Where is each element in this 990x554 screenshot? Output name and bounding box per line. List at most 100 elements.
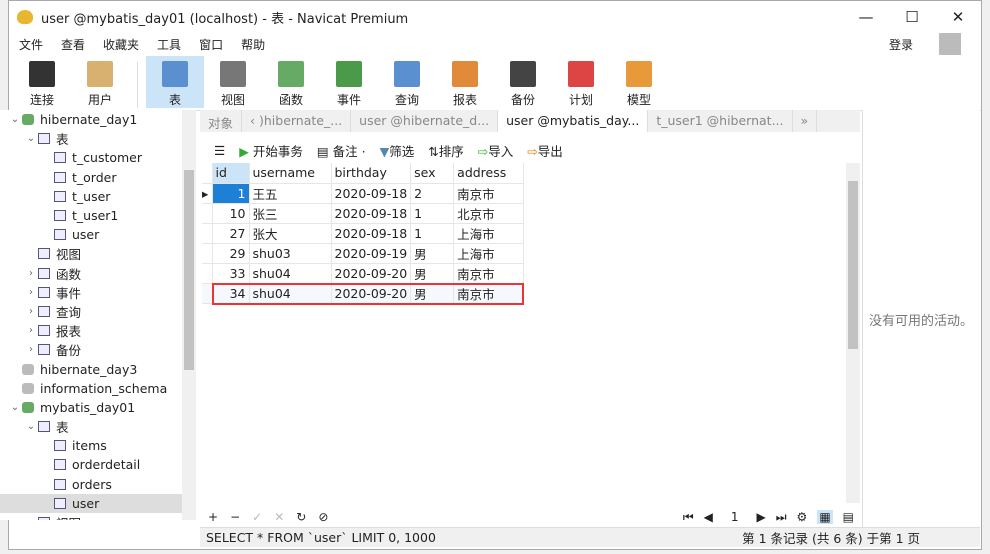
cell-id[interactable]: 1 xyxy=(212,183,250,204)
cell-sex[interactable]: 男 xyxy=(410,243,455,264)
tab[interactable]: t_user1 @hibernat... xyxy=(648,110,793,132)
tree-item[interactable]: t_order xyxy=(0,168,182,187)
note-button[interactable]: ▤ 备注 · xyxy=(317,141,366,160)
tab[interactable]: user @hibernate_d... xyxy=(351,110,499,132)
filter-button[interactable]: ▼筛选 xyxy=(380,141,415,160)
tree-item[interactable]: › 事件 xyxy=(0,283,182,302)
prev-page-icon[interactable]: ◀ xyxy=(704,510,713,524)
page-number-input[interactable]: 1 xyxy=(722,510,747,524)
menu-item[interactable]: 收藏夹 xyxy=(103,36,139,53)
tab[interactable]: 对象 xyxy=(200,110,243,132)
expand-arrow-icon[interactable]: ⌄ xyxy=(24,421,38,432)
tree-item[interactable]: › 函数 xyxy=(0,264,182,283)
table-row[interactable]: ▸ 1 王五 2020-09-18 2 南京市 xyxy=(202,183,525,204)
expand-arrow-icon[interactable]: › xyxy=(24,517,38,520)
tree-item[interactable]: ⌄ 表 xyxy=(0,129,182,148)
grid-view-icon[interactable]: ▦ xyxy=(817,510,833,524)
expand-arrow-icon[interactable]: › xyxy=(24,325,38,336)
tree-item[interactable]: t_customer xyxy=(0,148,182,167)
tree-item[interactable]: orders xyxy=(0,475,182,494)
table-row[interactable]: 10 张三 2020-09-18 1 北京市 xyxy=(202,203,525,224)
cell-username[interactable]: 张大 xyxy=(249,223,332,244)
toolbar-button-6[interactable]: 查询 xyxy=(378,56,436,108)
login-link[interactable]: 登录 xyxy=(889,36,913,53)
toolbar-button-1[interactable]: 用户 xyxy=(71,56,129,108)
table-row[interactable]: 29 shu03 2020-09-19 男上海市 xyxy=(202,243,525,264)
tree-item[interactable]: › 备份 xyxy=(0,340,182,359)
cell-address[interactable]: 南京市 xyxy=(453,183,525,204)
column-header-address[interactable]: address xyxy=(453,163,525,184)
toolbar-button-2[interactable]: 表 xyxy=(146,56,204,108)
cell-address[interactable]: 北京市 xyxy=(453,203,525,224)
tree-item[interactable]: t_user xyxy=(0,187,182,206)
cell-id[interactable]: 33 xyxy=(212,263,250,284)
cell-birthday[interactable]: 2020-09-18 xyxy=(331,183,412,204)
add-record-button[interactable]: + xyxy=(208,510,218,524)
menu-item[interactable]: 查看 xyxy=(61,36,85,53)
tree-item[interactable]: ⌄ mybatis_day01 xyxy=(0,398,182,417)
column-header-sex[interactable]: sex xyxy=(410,163,455,184)
expand-arrow-icon[interactable]: › xyxy=(24,306,38,317)
close-button[interactable]: ✕ xyxy=(935,8,981,26)
expand-arrow-icon[interactable]: ⌄ xyxy=(8,402,22,413)
column-header-username[interactable]: username xyxy=(249,163,332,184)
stop-button[interactable]: ⊘ xyxy=(318,510,328,524)
tree-item[interactable]: t_user1 xyxy=(0,206,182,225)
tree-scrollbar[interactable] xyxy=(182,110,196,520)
tree-item[interactable]: user xyxy=(0,493,182,513)
tab[interactable]: ‹ )hibernate_... xyxy=(242,110,352,132)
tree-item[interactable]: hibernate_day3 xyxy=(0,359,182,378)
toolbar-button-3[interactable]: 视图 xyxy=(204,56,262,108)
tab[interactable]: » xyxy=(793,110,818,132)
tree-item[interactable]: items xyxy=(0,436,182,455)
tree-item[interactable]: › 视图 xyxy=(0,513,182,520)
refresh-button[interactable]: ↻ xyxy=(296,510,306,524)
toolbar-button-8[interactable]: 备份 xyxy=(494,56,552,108)
column-header-id[interactable]: id xyxy=(212,163,250,184)
expand-arrow-icon[interactable]: ⌄ xyxy=(24,133,38,144)
menu-item[interactable]: 工具 xyxy=(157,36,181,53)
tree-item[interactable]: › 查询 xyxy=(0,302,182,321)
delete-record-button[interactable]: − xyxy=(230,510,240,524)
expand-arrow-icon[interactable]: › xyxy=(24,268,38,279)
cell-username[interactable]: shu03 xyxy=(249,243,332,264)
tree-item[interactable]: information_schema xyxy=(0,379,182,398)
expand-arrow-icon[interactable]: ⌄ xyxy=(8,114,22,125)
cell-id[interactable]: 27 xyxy=(212,223,250,244)
cell-username[interactable]: shu04 xyxy=(249,263,332,284)
cell-sex[interactable]: 2 xyxy=(410,183,455,204)
tree-item[interactable]: user xyxy=(0,225,182,244)
toolbar-button-0[interactable]: 连接 xyxy=(13,56,71,108)
form-view-icon[interactable]: ▤ xyxy=(843,510,854,524)
table-row[interactable]: 33 shu04 2020-09-20 男南京市 xyxy=(202,263,525,284)
cell-id[interactable]: 10 xyxy=(212,203,250,224)
menu-item[interactable]: 文件 xyxy=(19,36,43,53)
minimize-button[interactable]: — xyxy=(843,8,889,26)
tree-item[interactable]: 视图 xyxy=(0,244,182,263)
toolbar-button-10[interactable]: 模型 xyxy=(610,56,668,108)
cell-address[interactable]: 上海市 xyxy=(453,223,525,244)
begin-transaction-button[interactable]: ▶ 开始事务 xyxy=(239,141,303,160)
cell-birthday[interactable]: 2020-09-18 xyxy=(331,223,412,244)
cell-username[interactable]: 王五 xyxy=(249,183,332,204)
column-header-birthday[interactable]: birthday xyxy=(331,163,412,184)
avatar[interactable] xyxy=(939,33,961,55)
menu-item[interactable]: 窗口 xyxy=(199,36,223,53)
tree-item[interactable]: › 报表 xyxy=(0,321,182,340)
grid-scrollbar[interactable] xyxy=(846,163,860,503)
menu-button[interactable]: ☰ xyxy=(214,143,225,158)
cell-sex[interactable]: 1 xyxy=(410,223,455,244)
expand-arrow-icon[interactable]: › xyxy=(24,344,38,355)
discard-button[interactable]: ✕ xyxy=(274,510,284,524)
tree-item[interactable]: ⌄ hibernate_day1 xyxy=(0,110,182,129)
settings-icon[interactable]: ⚙ xyxy=(797,510,808,524)
expand-arrow-icon[interactable]: › xyxy=(24,287,38,298)
menu-item[interactable]: 帮助 xyxy=(241,36,265,53)
toolbar-button-9[interactable]: 计划 xyxy=(552,56,610,108)
last-page-icon[interactable]: ⏭ xyxy=(776,510,787,525)
cell-id[interactable]: 29 xyxy=(212,243,250,264)
cell-birthday[interactable]: 2020-09-20 xyxy=(331,263,412,284)
import-button[interactable]: ⇨导入 xyxy=(478,141,514,160)
cell-birthday[interactable]: 2020-09-19 xyxy=(331,243,412,264)
next-page-icon[interactable]: ▶ xyxy=(757,510,766,524)
